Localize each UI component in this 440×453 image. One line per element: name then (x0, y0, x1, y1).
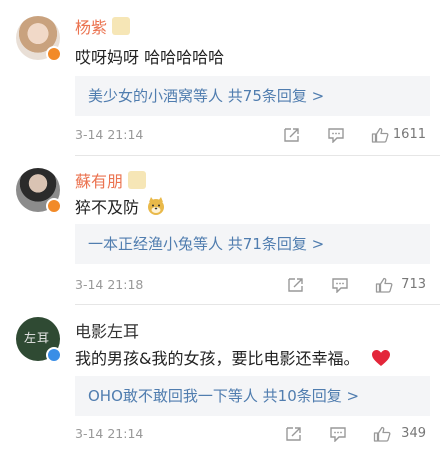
timestamp: 3-14 21:14 (75, 127, 144, 142)
member-badge-icon (128, 171, 147, 189)
username[interactable]: 蘇有朋 (75, 168, 147, 192)
timestamp: 3-14 21:18 (75, 277, 144, 292)
comment-item: 左耳 电影左耳 我的男孩&我的女孩，要比电影还幸福。 OHO敢不敢回我一下等人 … (0, 305, 440, 453)
avatar[interactable]: 左耳 (16, 317, 62, 363)
like-icon[interactable] (375, 277, 393, 293)
avatar-text: 左耳 (24, 331, 51, 345)
share-icon[interactable] (285, 426, 303, 442)
replies-link[interactable]: 一本正经渔小兔等人 共71条回复 > (75, 224, 430, 264)
username[interactable]: 杨紫 (75, 14, 131, 38)
verified-badge-icon (46, 198, 62, 214)
comment-meta: 3-14 21:14 1611 (75, 124, 430, 146)
comment-meta: 3-14 21:14 349 (75, 423, 430, 445)
comment-text: 猝不及防 (75, 194, 166, 218)
verified-badge-icon (46, 46, 62, 62)
comment-text: 哎呀妈呀 哈哈哈哈哈 (75, 48, 225, 67)
comment-meta: 3-14 21:18 713 (75, 274, 430, 296)
avatar[interactable] (16, 16, 62, 62)
like-icon[interactable] (371, 127, 389, 143)
share-icon[interactable] (283, 127, 301, 143)
username[interactable]: 电影左耳 (75, 318, 139, 342)
like-icon[interactable] (373, 426, 391, 442)
comment-text: 我的男孩&我的女孩，要比电影还幸福。 (75, 345, 391, 369)
avatar[interactable] (16, 168, 62, 214)
comment-item: 蘇有朋 猝不及防 一本正经渔小兔等人 共71条回复 > 3-14 21:18 7… (0, 156, 440, 306)
member-badge-icon (112, 17, 131, 35)
share-icon[interactable] (287, 277, 305, 293)
comment-icon[interactable] (327, 127, 345, 143)
comment-item: 杨紫 哎呀妈呀 哈哈哈哈哈 美少女的小酒窝等人 共75条回复 > 3-14 21… (0, 0, 440, 165)
emoji-doge-icon (148, 197, 165, 215)
timestamp: 3-14 21:14 (75, 426, 144, 441)
like-count: 1611 (392, 127, 426, 142)
comment-icon[interactable] (331, 277, 349, 293)
like-count: 713 (401, 277, 426, 292)
like-count: 349 (401, 426, 426, 441)
comment-icon[interactable] (329, 426, 347, 442)
verified-badge-icon (46, 347, 62, 363)
replies-link[interactable]: OHO敢不敢回我一下等人 共10条回复 > (75, 376, 430, 416)
replies-link[interactable]: 美少女的小酒窝等人 共75条回复 > (75, 76, 430, 116)
heart-emoji-icon (371, 350, 390, 366)
